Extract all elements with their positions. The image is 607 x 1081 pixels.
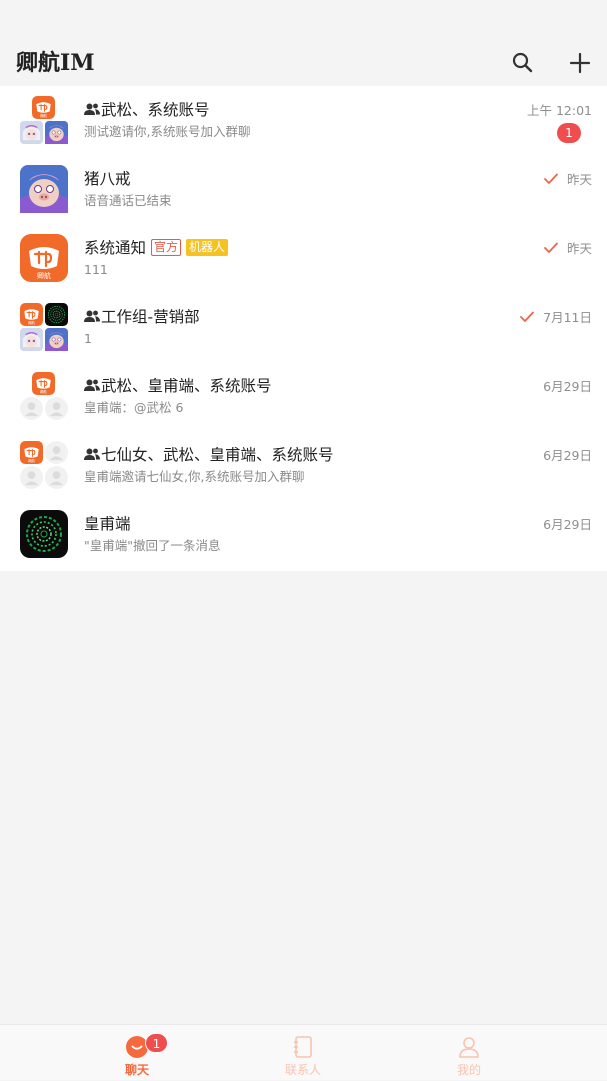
- anime-avatar-icon: [20, 121, 43, 144]
- default-avatar-icon: [45, 466, 68, 489]
- tab-contacts-label: 联系人: [284, 1063, 321, 1077]
- conversation-row[interactable]: 猪八戒 语音通话已结束 昨天: [0, 155, 607, 224]
- app-logo-icon: [32, 372, 55, 395]
- conversation-name: 系统通知 官方 机器人: [84, 236, 229, 258]
- robot-tag: 机器人: [186, 238, 229, 256]
- group-avatar: [20, 372, 68, 420]
- default-avatar-icon: [20, 466, 43, 489]
- default-avatar-icon: [45, 397, 68, 420]
- app-logo-icon: [20, 303, 43, 326]
- spiral-avatar-icon: [20, 510, 68, 558]
- pig-avatar-icon: [20, 165, 68, 213]
- tab-me-label: 我的: [456, 1063, 481, 1077]
- app-header: 卿航IM: [0, 0, 607, 86]
- official-tag: 官方: [151, 238, 182, 256]
- conversation-preview: "皇甫端"撤回了一条消息: [84, 538, 221, 553]
- tab-chat[interactable]: 1 聊天: [77, 1025, 197, 1081]
- tab-me[interactable]: 我的: [409, 1025, 529, 1081]
- spiral-avatar-icon: [45, 303, 68, 326]
- conversation-time-wrap: 上午 12:01: [527, 100, 592, 119]
- address-book-icon: [294, 1036, 312, 1058]
- person-icon: [459, 1037, 479, 1058]
- default-avatar-icon: [45, 441, 68, 464]
- anime-avatar-icon: [20, 328, 43, 351]
- conversation-time: 上午 12:01: [527, 103, 592, 118]
- group-icon: [84, 102, 100, 116]
- conversation-preview: 测试邀请你,系统账号加入群聊: [84, 124, 251, 139]
- user-avatar: [20, 510, 68, 558]
- plus-icon[interactable]: [567, 50, 593, 76]
- conversation-time: 6月29日: [543, 517, 592, 532]
- conversation-name: 武松、皇甫端、系统账号: [84, 374, 272, 396]
- search-icon[interactable]: [510, 50, 536, 76]
- conversation-row[interactable]: 武松、皇甫端、系统账号 皇甫端：@武松 6 6月29日: [0, 362, 607, 431]
- read-check-icon: [544, 242, 558, 254]
- conversation-row[interactable]: 七仙女、武松、皇甫端、系统账号 皇甫端邀请七仙女,你,系统账号加入群聊 6月29…: [0, 431, 607, 500]
- tab-chat-label: 聊天: [124, 1063, 149, 1077]
- app-logo-icon: [20, 234, 68, 282]
- conversation-time-wrap: 6月29日: [543, 514, 592, 533]
- conversation-list: 武松、系统账号 测试邀请你,系统账号加入群聊 上午 12:01 1 猪八戒 语音…: [0, 86, 607, 571]
- conversation-time: 7月11日: [543, 310, 592, 325]
- tab-contacts[interactable]: 联系人: [243, 1025, 363, 1081]
- pig-avatar-icon: [45, 328, 68, 351]
- conversation-row[interactable]: 武松、系统账号 测试邀请你,系统账号加入群聊 上午 12:01 1: [0, 86, 607, 155]
- unread-badge: 1: [557, 123, 581, 143]
- read-check-icon: [544, 173, 558, 185]
- user-avatar: [20, 165, 68, 213]
- app-title: 卿航IM: [16, 50, 95, 76]
- group-avatar: [20, 303, 68, 351]
- conversation-time-wrap: 昨天: [544, 238, 592, 257]
- read-check-icon: [520, 311, 534, 323]
- group-icon: [84, 378, 100, 392]
- group-avatar: [20, 441, 68, 489]
- app-logo-icon: [32, 96, 55, 119]
- conversation-preview: 皇甫端邀请七仙女,你,系统账号加入群聊: [84, 469, 305, 484]
- conversation-name: 工作组-营销部: [84, 305, 200, 327]
- default-avatar-icon: [20, 397, 43, 420]
- conversation-time: 6月29日: [543, 448, 592, 463]
- group-icon: [84, 447, 100, 461]
- conversation-name: 七仙女、武松、皇甫端、系统账号: [84, 443, 334, 465]
- conversation-time-wrap: 6月29日: [543, 445, 592, 464]
- conversation-preview: 皇甫端：@武松 6: [84, 400, 184, 415]
- tab-unread-badge: 1: [145, 1033, 168, 1053]
- conversation-time: 6月29日: [543, 379, 592, 394]
- conversation-row[interactable]: 皇甫端 "皇甫端"撤回了一条消息 6月29日: [0, 500, 607, 569]
- conversation-time-wrap: 6月29日: [543, 376, 592, 395]
- conversation-time: 昨天: [566, 172, 592, 187]
- conversation-time: 昨天: [566, 241, 592, 256]
- group-avatar: [20, 96, 68, 144]
- conversation-time-wrap: 昨天: [544, 169, 592, 188]
- conversation-preview: 111: [84, 262, 108, 277]
- conversation-preview: 语音通话已结束: [84, 193, 172, 208]
- app-logo-icon: [20, 441, 43, 464]
- group-icon: [84, 309, 100, 323]
- conversation-name: 武松、系统账号: [84, 98, 210, 120]
- pig-avatar-icon: [45, 121, 68, 144]
- conversation-time-wrap: 7月11日: [520, 307, 592, 326]
- user-avatar: [20, 234, 68, 282]
- bottom-tab-bar: 1 聊天 联系人 我的: [0, 1024, 607, 1080]
- conversation-preview: 1: [84, 331, 92, 346]
- conversation-name: 猪八戒: [84, 170, 131, 188]
- conversation-name: 皇甫端: [84, 515, 131, 533]
- conversation-row[interactable]: 系统通知 官方 机器人 111 昨天: [0, 224, 607, 293]
- conversation-row[interactable]: 工作组-营销部 1 7月11日: [0, 293, 607, 362]
